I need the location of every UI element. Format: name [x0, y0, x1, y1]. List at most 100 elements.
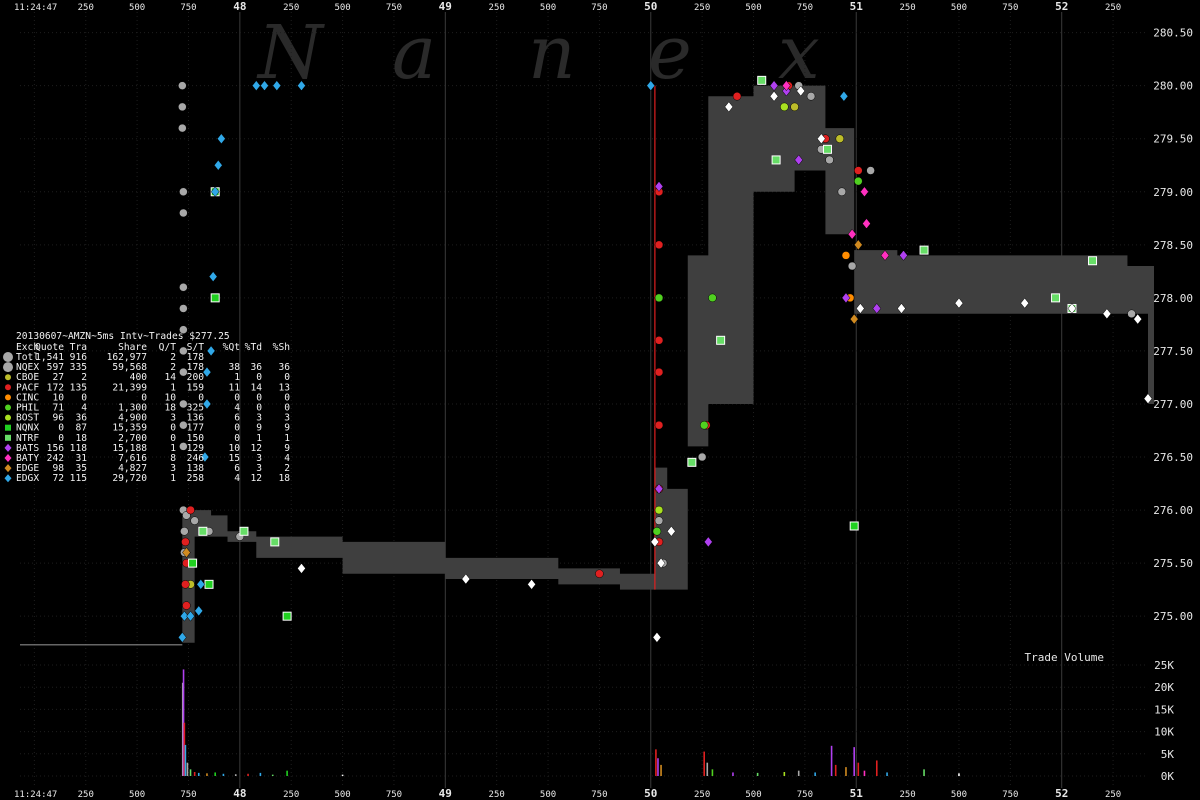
- time-tick-label-top: 750: [591, 3, 607, 13]
- volume-tick-label: 15K: [1154, 703, 1174, 716]
- trade-point-nqex: [697, 452, 707, 462]
- volume-tick-label: 20K: [1154, 681, 1174, 694]
- price-tick-label: 277.50: [1153, 345, 1193, 358]
- stats-cell: 1: [170, 473, 176, 484]
- volume-bar: [186, 762, 189, 776]
- stats-cell: 12: [250, 473, 262, 484]
- price-tick-label: 280.00: [1153, 80, 1193, 93]
- trade-point-edgx: [217, 133, 226, 145]
- time-tick-label-top: 250: [694, 3, 710, 13]
- legend-marker-baty: [4, 454, 12, 462]
- time-tick-label-bottom: 250: [694, 790, 710, 800]
- legend-marker-bost: [5, 414, 11, 421]
- trade-point-ntrf: [771, 155, 781, 165]
- stats-cell: 258: [187, 473, 205, 484]
- volume-bar: [958, 773, 960, 776]
- time-tick-label-top: 48: [233, 0, 246, 13]
- price-tick-label: 276.50: [1153, 451, 1193, 464]
- volume-bar: [857, 762, 860, 776]
- price-tick-label: 275.50: [1153, 557, 1193, 570]
- time-tick-label-bottom: 500: [745, 790, 761, 800]
- stats-header-pct-td: %Td: [245, 342, 262, 353]
- volume-bar: [845, 767, 847, 776]
- trade-point-nqnx: [849, 521, 859, 531]
- volume-bar: [706, 762, 709, 776]
- trade-point-phil: [654, 293, 664, 303]
- stats-cell: 4: [234, 473, 240, 484]
- grid: [20, 12, 1148, 788]
- volume-axis-label: Trade Volume: [1025, 651, 1104, 664]
- time-tick-label-top: 250: [283, 3, 299, 13]
- trade-point-pacf: [654, 367, 664, 377]
- time-tick-label-bottom: 250: [1105, 790, 1121, 800]
- trade-point-pacf: [595, 569, 604, 578]
- trade-point-bats: [703, 536, 713, 548]
- volume-bar: [756, 772, 759, 776]
- trade-point-edgx: [208, 271, 218, 283]
- legend-marker-edgx: [4, 474, 12, 483]
- price-tick-label: 277.00: [1153, 398, 1193, 411]
- volume-bar: [814, 772, 816, 776]
- volume-bar: [193, 772, 196, 776]
- time-tick-label-top: 250: [1105, 3, 1121, 13]
- time-tick-label-bottom: 500: [334, 790, 350, 800]
- time-tick-label-bottom: 250: [489, 790, 505, 800]
- time-tick-label-bottom: 750: [1002, 790, 1018, 800]
- trade-point-baty: [862, 218, 871, 229]
- trade-point-nqex: [178, 102, 187, 112]
- legend-marker-nqex: [3, 362, 13, 373]
- volume-bar: [863, 770, 866, 776]
- time-tick-label-bottom: 500: [129, 790, 145, 800]
- price-tick-label: 279.50: [1153, 133, 1193, 146]
- trade-point-trade-w: [527, 578, 536, 590]
- volume-bar: [197, 772, 200, 776]
- trade-point-phil: [708, 293, 717, 303]
- price-tick-label: 279.00: [1153, 186, 1193, 199]
- time-tick-label-bottom: 750: [797, 790, 813, 800]
- trade-point-nqex: [178, 81, 187, 90]
- trade-point-cboe: [835, 134, 845, 143]
- time-tick-label-top: 51: [850, 0, 864, 13]
- legend-marker-pacf: [5, 384, 11, 391]
- trade-point-nqex: [179, 283, 188, 292]
- nbbo-spread-band: [182, 85, 1154, 643]
- watermark-letter: a: [392, 10, 436, 96]
- time-tick-label-top: 500: [951, 3, 967, 13]
- trade-point-edgx: [213, 159, 223, 171]
- legend-marker-phil: [5, 404, 11, 411]
- trade-point-ntrf: [687, 457, 697, 467]
- trade-point-pacf: [182, 601, 191, 610]
- trade-point-ntrf: [1051, 293, 1061, 303]
- volume-bar: [214, 772, 216, 776]
- trade-point-ntrf: [198, 526, 208, 536]
- trade-point-nqex: [178, 123, 187, 133]
- trade-point-ntrf: [239, 526, 249, 536]
- trade-point-nqex: [179, 187, 188, 197]
- trade-point-nqex: [179, 304, 188, 313]
- trade-point-baty: [860, 186, 869, 198]
- time-tick-label-bottom: 51: [850, 787, 864, 800]
- stats-header-pct-sh: %Sh: [273, 342, 290, 353]
- time-tick-label-bottom: 750: [591, 790, 607, 800]
- trade-point-nqex: [837, 187, 847, 197]
- volume-bar: [657, 758, 659, 776]
- stats-cell: 72: [52, 473, 64, 484]
- trade-point-nqex: [847, 261, 857, 271]
- time-tick-label-top: 52: [1055, 0, 1068, 13]
- volume-bar: [206, 773, 208, 776]
- trade-point-nqex: [180, 527, 189, 536]
- legend-marker-bats: [4, 443, 12, 452]
- trade-point-nqex: [190, 516, 199, 525]
- time-tick-label-bottom: 250: [78, 790, 94, 800]
- time-tick-label-bottom: 49: [439, 787, 452, 800]
- volume-bar: [222, 773, 225, 776]
- trade-point-nqnx: [188, 558, 198, 568]
- time-tick-label-top: 750: [386, 3, 402, 13]
- legend-marker-ntrf: [5, 434, 11, 441]
- trade-point-nqex: [825, 155, 834, 165]
- trade-point-phil: [699, 420, 709, 430]
- price-tick-label: 275.00: [1153, 610, 1193, 623]
- legend-marker-totl: [3, 352, 13, 362]
- stats-cell: EDGX: [16, 473, 39, 484]
- volume-bar: [923, 769, 925, 776]
